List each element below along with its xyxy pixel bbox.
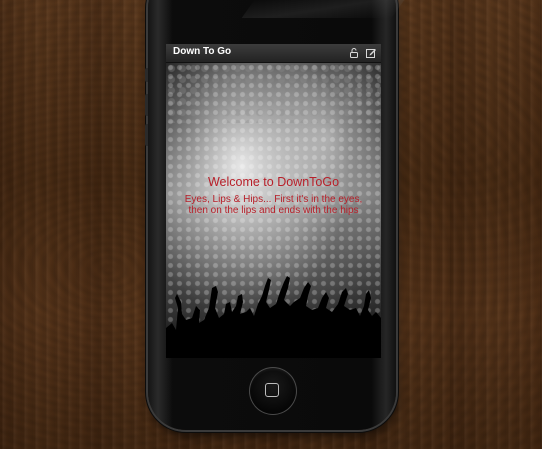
edit-icon[interactable] — [365, 47, 377, 59]
phone-screen: Down To Go Welcome to DownToGo Eyes, Lip… — [166, 44, 381, 358]
welcome-subtitle: Eyes, Lips & Hips... First it's in the e… — [166, 194, 381, 216]
home-square-icon — [265, 383, 279, 397]
volume-down-button — [145, 124, 148, 146]
app-titlebar: Down To Go — [166, 44, 381, 63]
mute-switch — [145, 68, 148, 82]
crowd-silhouette — [166, 276, 381, 358]
lock-icon[interactable] — [348, 47, 360, 59]
volume-up-button — [145, 94, 148, 116]
phone-reflection — [241, 0, 405, 18]
app-title: Down To Go — [173, 46, 232, 57]
welcome-subtitle-line-2: then on the lips and ends with the hips — [188, 205, 359, 216]
welcome-heading: Welcome to DownToGo — [207, 175, 340, 189]
home-button[interactable] — [249, 367, 297, 415]
welcome-subtitle-line-1: Eyes, Lips & Hips... First it's in the e… — [184, 194, 363, 205]
hero-banner: Welcome to DownToGo Eyes, Lips & Hips...… — [166, 63, 381, 358]
